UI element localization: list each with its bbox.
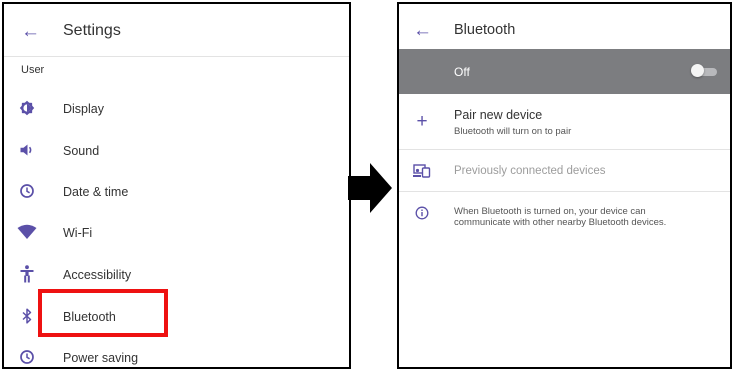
back-arrow-icon[interactable]: ← bbox=[21, 22, 40, 41]
bluetooth-toggle-bar[interactable]: Off bbox=[399, 49, 730, 94]
wifi-icon bbox=[16, 221, 38, 243]
settings-item-power-saving[interactable]: Power saving bbox=[4, 341, 349, 367]
navigation-arrow-icon bbox=[348, 163, 392, 213]
display-icon bbox=[16, 97, 38, 119]
settings-screen: ← Settings User Display Sound Date & tim… bbox=[2, 2, 351, 369]
settings-header: ← Settings bbox=[4, 4, 349, 57]
info-text-line: communicate with other nearby Bluetooth … bbox=[454, 217, 667, 228]
clock-icon bbox=[16, 180, 38, 202]
settings-item-label: Accessibility bbox=[63, 268, 132, 282]
settings-item-accessibility[interactable]: Accessibility bbox=[4, 258, 349, 292]
settings-item-wifi[interactable]: Wi-Fi bbox=[4, 216, 349, 250]
back-arrow-icon[interactable]: ← bbox=[413, 21, 432, 40]
pair-new-device-label: Pair new device bbox=[454, 108, 543, 122]
settings-item-label: Date & time bbox=[63, 185, 129, 199]
toggle-thumb bbox=[691, 64, 704, 77]
bluetooth-info-text: When Bluetooth is turned on, your device… bbox=[454, 206, 724, 228]
bluetooth-highlight-box bbox=[38, 289, 168, 337]
settings-item-date-time[interactable]: Date & time bbox=[4, 175, 349, 209]
section-label-user: User bbox=[21, 64, 45, 76]
page-title: Bluetooth bbox=[454, 22, 516, 38]
previously-connected-devices-row[interactable]: Previously connected devices bbox=[399, 150, 730, 192]
info-text-line: When Bluetooth is turned on, your device… bbox=[454, 206, 646, 217]
bluetooth-header: ← Bluetooth bbox=[399, 4, 730, 49]
bluetooth-info-row: When Bluetooth is turned on, your device… bbox=[399, 192, 730, 252]
settings-item-display[interactable]: Display bbox=[4, 92, 349, 126]
bluetooth-icon bbox=[16, 305, 38, 327]
accessibility-icon bbox=[16, 263, 38, 285]
sound-icon bbox=[16, 139, 38, 161]
previously-connected-devices-label: Previously connected devices bbox=[454, 165, 606, 177]
bluetooth-screen: ← Bluetooth Off + Pair new device Blueto… bbox=[397, 2, 732, 369]
settings-item-sound[interactable]: Sound bbox=[4, 134, 349, 168]
settings-item-label: Wi-Fi bbox=[63, 226, 93, 240]
settings-item-label: Power saving bbox=[63, 351, 139, 365]
power-saving-icon bbox=[16, 346, 38, 367]
settings-item-label: Display bbox=[63, 102, 104, 116]
pair-new-device-row[interactable]: + Pair new device Bluetooth will turn on… bbox=[399, 94, 730, 150]
devices-icon bbox=[411, 160, 433, 182]
bluetooth-toggle-switch[interactable] bbox=[691, 64, 717, 77]
settings-item-label: Sound bbox=[63, 144, 100, 158]
pair-new-device-subtitle: Bluetooth will turn on to pair bbox=[454, 126, 572, 137]
page-title: Settings bbox=[63, 22, 121, 39]
plus-icon: + bbox=[416, 111, 428, 132]
toggle-state-label: Off bbox=[454, 65, 470, 79]
info-icon bbox=[411, 202, 433, 224]
